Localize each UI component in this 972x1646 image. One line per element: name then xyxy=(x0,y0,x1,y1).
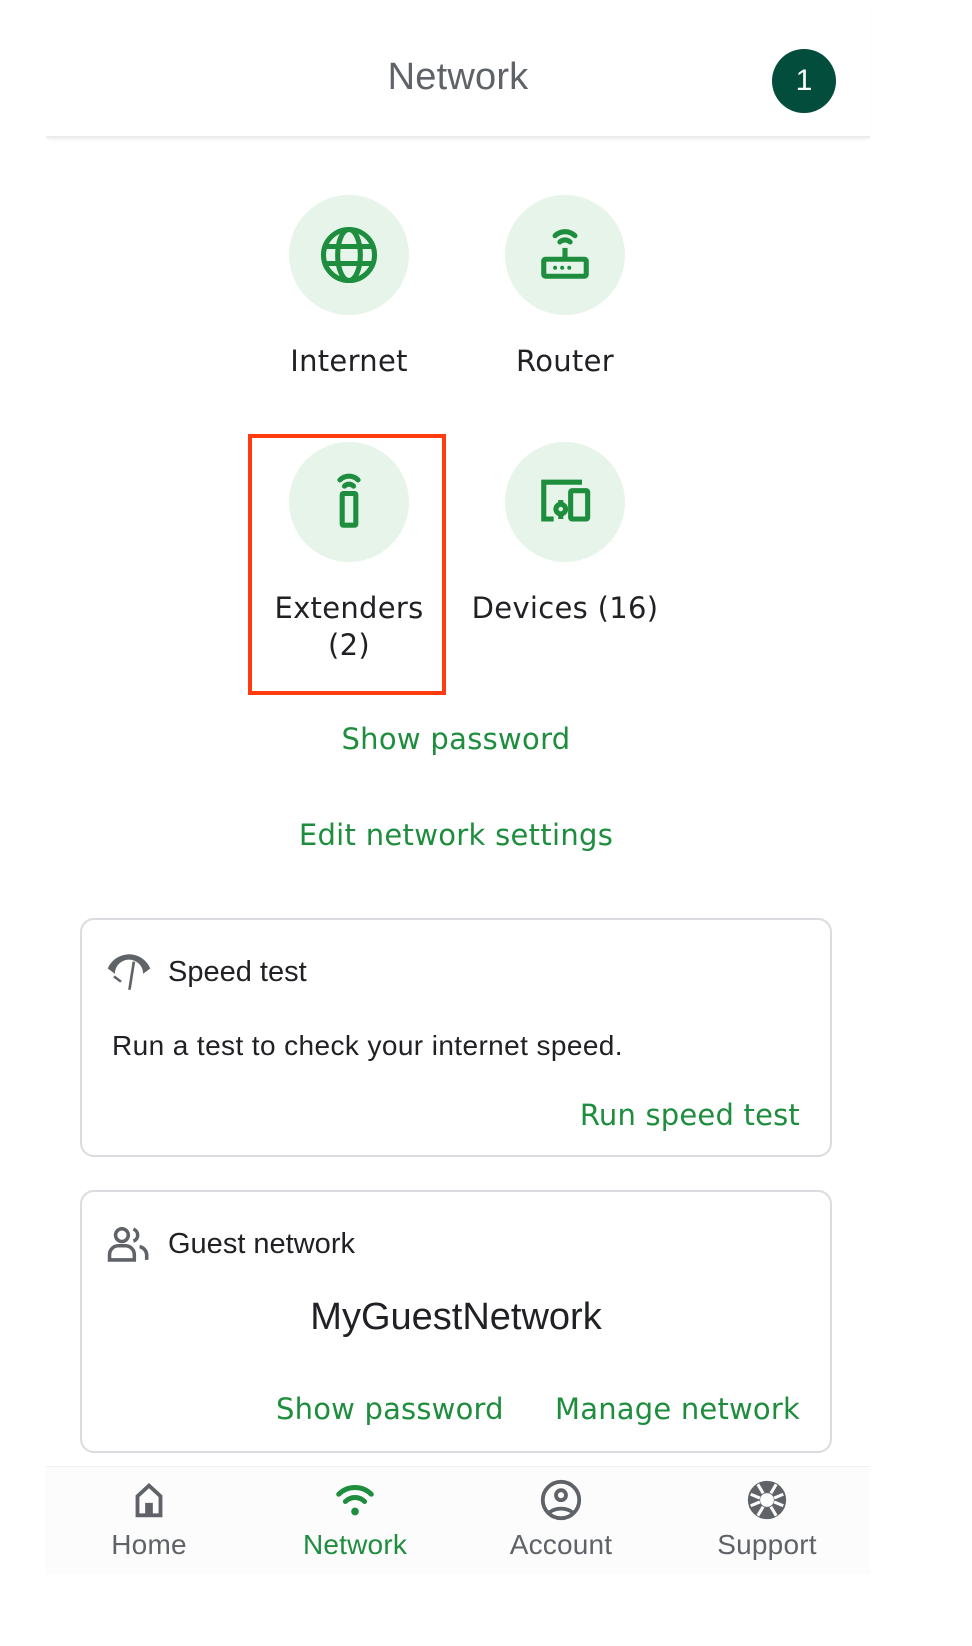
manage-network-button[interactable]: Manage network xyxy=(555,1392,800,1426)
guest-network-ssid: MyGuestNetwork xyxy=(310,1296,602,1338)
tile-icon-circle xyxy=(505,442,625,562)
account-avatar[interactable]: 1 xyxy=(772,49,836,113)
router-icon xyxy=(541,229,589,279)
edit-network-settings-link[interactable]: Edit network settings xyxy=(0,818,912,852)
card-title: Speed test xyxy=(168,955,307,988)
nav-item-account[interactable]: Account xyxy=(458,1467,664,1574)
support-icon xyxy=(747,1480,787,1520)
card-description: Run a test to check your internet speed. xyxy=(112,1030,623,1061)
tile-label-line1: Extenders xyxy=(274,591,424,625)
extender-icon xyxy=(337,473,361,528)
card-title: Guest network xyxy=(168,1227,355,1260)
nav-label: Network xyxy=(302,1529,408,1560)
tile-icon-circle xyxy=(289,195,409,315)
tile-label: Router xyxy=(516,344,614,378)
guests-icon xyxy=(107,1227,149,1262)
tile-internet[interactable]: Internet xyxy=(254,195,444,380)
nav-label: Support xyxy=(717,1529,817,1560)
nav-item-support[interactable]: Support xyxy=(664,1467,870,1574)
network-screen: Network 1 Internet Router Extenders (2) … xyxy=(0,0,972,1646)
nav-label: Account xyxy=(509,1529,613,1560)
bottom-navigation: Home Network Account Support xyxy=(46,1466,870,1574)
speed-test-card: Speed test Run a test to check your inte… xyxy=(80,918,832,1157)
tile-devices[interactable]: Devices (16) xyxy=(470,442,660,627)
speed-test-icon xyxy=(107,954,151,990)
show-password-link[interactable]: Show password xyxy=(0,722,912,756)
nav-item-home[interactable]: Home xyxy=(46,1467,252,1574)
tile-router[interactable]: Router xyxy=(470,195,660,380)
nav-label: Home xyxy=(111,1529,187,1560)
app-header: Network 1 xyxy=(46,0,870,138)
tile-icon-circle xyxy=(505,195,625,315)
devices-icon xyxy=(541,479,591,522)
globe-icon xyxy=(320,226,378,284)
guest-show-password-button[interactable]: Show password xyxy=(276,1392,504,1426)
wifi-icon xyxy=(336,1485,374,1516)
page-title: Network xyxy=(387,56,529,98)
home-icon xyxy=(135,1483,163,1518)
tile-label: Devices (16) xyxy=(471,591,659,625)
tile-icon-circle xyxy=(289,442,409,562)
tile-label: Extenders (2) xyxy=(254,590,444,664)
account-icon xyxy=(540,1479,582,1521)
guest-network-card: Guest network MyGuestNetwork Show passwo… xyxy=(80,1190,832,1453)
card-header: Guest network xyxy=(106,1224,355,1264)
tile-label-count: (2) xyxy=(328,628,370,662)
tile-label: Internet xyxy=(290,344,408,378)
tile-extenders[interactable]: Extenders (2) xyxy=(254,442,444,664)
run-speed-test-button[interactable]: Run speed test xyxy=(580,1098,800,1132)
card-header: Speed test xyxy=(106,952,307,992)
nav-item-network[interactable]: Network xyxy=(252,1467,458,1574)
